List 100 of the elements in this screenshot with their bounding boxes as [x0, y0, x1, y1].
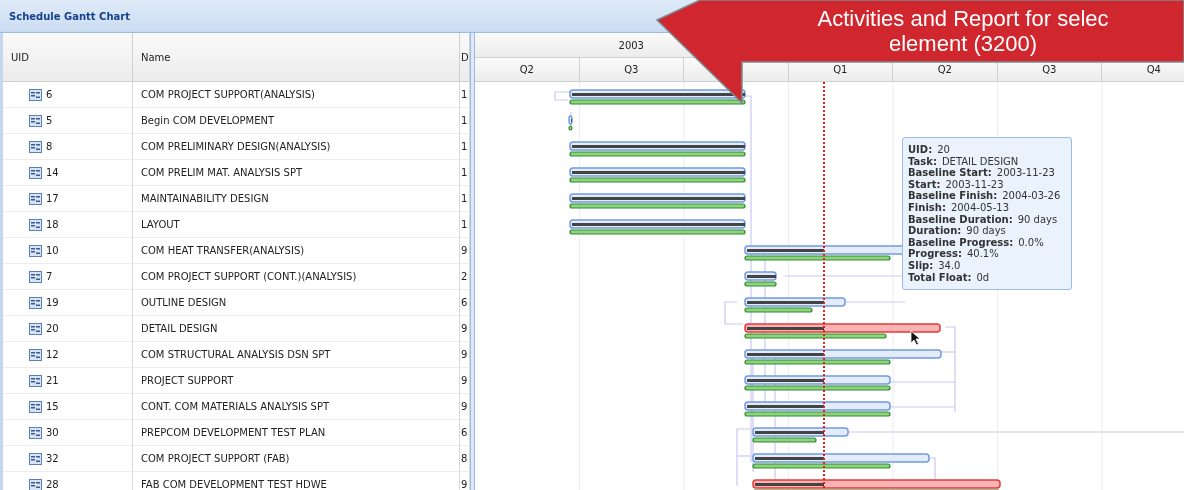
tooltip-label: Task:: [908, 155, 937, 167]
uid-cell: 20: [46, 323, 59, 334]
task-bar[interactable]: [744, 401, 891, 411]
task-bar[interactable]: [569, 193, 746, 203]
column-header[interactable]: D: [460, 33, 470, 82]
task-icon: [29, 452, 42, 465]
task-icon: [29, 244, 42, 257]
uid-cell: 10: [46, 245, 59, 256]
tooltip-label: Baseline Progress:: [908, 236, 1014, 248]
uid-cell: 17: [46, 193, 59, 204]
task-icon: [29, 426, 42, 439]
name-cell: COM STRUCTURAL ANALYSIS DSN SPT: [133, 342, 460, 368]
uid-cell: 15: [46, 401, 59, 412]
quarter-header: Q3: [579, 58, 684, 82]
mouse-pointer-icon: [910, 330, 921, 346]
callout-text: element (3200): [889, 31, 1037, 56]
tooltip-label: Duration:: [908, 225, 962, 237]
name-cell: COM PROJECT SUPPORT (FAB): [133, 446, 460, 472]
uid-cell: 28: [46, 479, 59, 490]
task-bar[interactable]: [569, 89, 746, 99]
baseline-bar: [744, 281, 777, 287]
name-cell: Begin COM DEVELOPMENT: [133, 108, 460, 134]
task-icon: [29, 296, 42, 309]
panel-title: Schedule Gantt Chart: [9, 10, 131, 22]
tooltip-value: 90 days: [1017, 213, 1058, 225]
task-icon: [29, 374, 42, 387]
name-cell: COM PROJECT SUPPORT(ANALYSIS): [133, 82, 460, 108]
tooltip-label: Total Float:: [908, 271, 972, 283]
task-icon: [29, 478, 42, 490]
tooltip-label: Baseline Finish:: [908, 190, 998, 202]
name-cell: OUTLINE DESIGN: [133, 290, 460, 316]
tooltip-label: Slip:: [908, 259, 934, 271]
tooltip-value: 2004-03-26: [1002, 190, 1061, 202]
task-icon: [29, 192, 42, 205]
tooltip-label: Progress:: [908, 248, 962, 260]
tooltip-value: 40.1%: [966, 248, 999, 260]
tooltip-value: 0d: [976, 271, 990, 283]
name-cell: MAINTAINABILITY DESIGN: [133, 186, 460, 212]
quarter-header: Q2: [475, 58, 580, 82]
baseline-bar: [752, 437, 817, 443]
tooltip-label: Start:: [908, 178, 941, 190]
name-cell: PROJECT SUPPORT: [133, 368, 460, 394]
task-bar[interactable]: [752, 479, 1001, 489]
uid-cell: 12: [46, 349, 59, 360]
task-icon: [29, 114, 42, 127]
task-icon: [29, 88, 42, 101]
task-bar[interactable]: [744, 297, 846, 307]
task-icon: [29, 270, 42, 283]
tooltip-value: 0.0%: [1018, 236, 1044, 248]
task-icon: [29, 322, 42, 335]
uid-cell: 8: [46, 141, 53, 152]
uid-cell: 5: [46, 115, 53, 126]
callout-text: Activities and Report for selec: [817, 6, 1109, 31]
name-cell: FAB COM DEVELOPMENT TEST HDWE: [133, 472, 460, 490]
uid-cell: 18: [46, 219, 59, 230]
tooltip-value: 34.0: [938, 259, 961, 271]
name-cell: CONT. COM MATERIALS ANALYSIS SPT: [133, 394, 460, 420]
name-cell: LAYOUT: [133, 212, 460, 238]
task-bar[interactable]: [744, 323, 941, 333]
uid-cell: 7: [46, 271, 53, 282]
tooltip-value: 2003-11-23: [996, 167, 1055, 179]
uid-cell: 32: [46, 453, 59, 464]
name-cell: DETAIL DESIGN: [133, 316, 460, 342]
tooltip-value: 90 days: [966, 225, 1006, 237]
name-cell: COM PRELIMINARY DESIGN(ANALYSIS): [133, 134, 460, 160]
uid-cell: 19: [46, 297, 59, 308]
column-header[interactable]: UID: [3, 33, 133, 82]
tooltip-value: 2004-05-13: [950, 201, 1009, 213]
task-bar[interactable]: [752, 427, 849, 437]
column-header[interactable]: Name: [133, 33, 460, 82]
task-icon: [29, 218, 42, 231]
tooltip-value: 2003-11-23: [945, 178, 1004, 190]
name-cell: COM HEAT TRANSFER(ANALYSIS): [133, 238, 460, 264]
task-bar[interactable]: [744, 349, 942, 359]
task-icon: [29, 348, 42, 361]
task-icon: [29, 400, 42, 413]
uid-cell: 14: [46, 167, 59, 178]
tooltip-label: Baseline Duration:: [908, 213, 1013, 225]
tooltip-label: Finish:: [908, 201, 946, 213]
uid-cell: 6: [46, 89, 53, 100]
task-bar[interactable]: [752, 453, 930, 463]
uid-cell: 21: [46, 375, 59, 386]
name-cell: COM PROJECT SUPPORT (CONT.)(ANALYSIS): [133, 264, 460, 290]
task-bar[interactable]: [744, 375, 891, 385]
baseline-bar: [568, 125, 573, 131]
task-icon: [29, 140, 42, 153]
tooltip-value: DETAIL DESIGN: [941, 155, 1019, 167]
task-bar[interactable]: [569, 167, 746, 177]
task-bar[interactable]: [569, 141, 746, 151]
task-bar[interactable]: [569, 219, 746, 229]
uid-cell: 30: [46, 427, 59, 438]
task-bar[interactable]: [744, 271, 777, 281]
name-cell: COM PRELIM MAT. ANALYSIS SPT: [133, 160, 460, 186]
task-icon: [29, 166, 42, 179]
tooltip-label: UID:: [908, 144, 933, 155]
tooltip-value: 20: [937, 144, 950, 155]
tooltip-label: Baseline Start:: [908, 167, 992, 179]
task-bar[interactable]: [568, 115, 573, 125]
name-cell: PREPCOM DEVELOPMENT TEST PLAN: [133, 420, 460, 446]
dependency-line: [554, 91, 571, 101]
